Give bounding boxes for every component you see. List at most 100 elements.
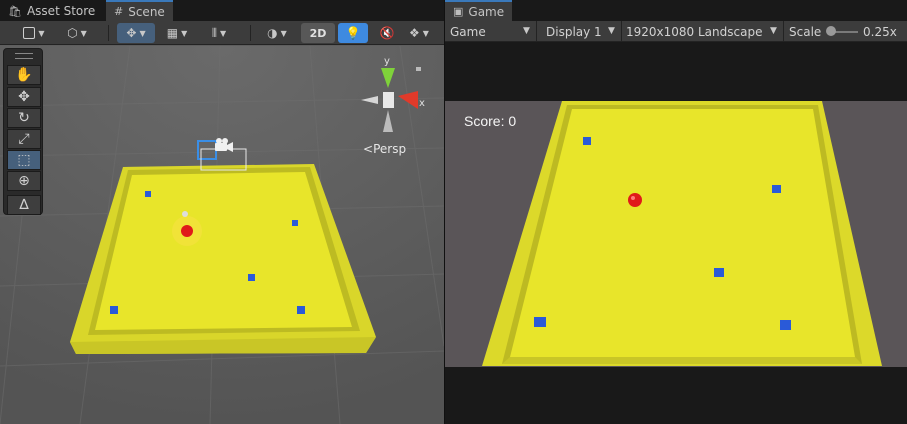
drag-handle[interactable] (15, 53, 33, 59)
rotate-icon: ↻ (18, 110, 30, 126)
scale-value: 0.25x (863, 21, 897, 42)
gizmo-x-cone[interactable] (398, 91, 418, 109)
gamepad-icon: ▣ (453, 5, 464, 18)
transform-icon: ⊕ (18, 173, 30, 189)
tab-scene[interactable]: # Scene (106, 0, 173, 21)
chevron-down-icon: ▼ (422, 28, 429, 38)
projection-toggle[interactable]: <Persp (363, 142, 406, 156)
chevron-down-icon: ▼ (219, 28, 227, 38)
toolbar-divider (783, 21, 784, 42)
scale-icon: ⤢ (18, 131, 30, 147)
chevron-down-icon: ▼ (770, 26, 777, 36)
rect-icon: ⬚ (17, 152, 31, 168)
gizmo-x-label: x (419, 98, 425, 109)
game-viewport[interactable]: Score: 0 (445, 101, 907, 367)
chevron-down-icon: ▼ (139, 28, 146, 38)
toolbar-divider (621, 21, 622, 42)
game-canvas (482, 101, 882, 366)
grid-dropdown[interactable]: ⫴ ▼ (200, 23, 238, 43)
scale-value-text: 0.25x (863, 24, 897, 39)
scene-toolbar: ▼ ⬡ ▼ ✥ ▼ ▦ ▼ ⫴ ▼ ◑ ▼ 2D 💡 🔇 ❖ ▼ (0, 21, 444, 45)
game-player-sphere[interactable] (628, 193, 642, 207)
display-label: Display 1 (546, 24, 602, 39)
chevron-down-icon: ▼ (181, 28, 188, 38)
rect-tool-button[interactable]: ⬚ (7, 150, 41, 170)
pickup-cube[interactable] (780, 320, 791, 330)
layers-icon: ❖ (409, 26, 420, 40)
pickup-cube[interactable] (772, 185, 781, 193)
game-panel: Game ▼ Display 1 ▼ 1920x1080 Landscape ▼… (445, 21, 907, 424)
snap-grid-icon: ▦ (166, 26, 179, 40)
render-mode-dropdown[interactable]: ⬡ ▼ (58, 23, 96, 43)
resolution-dropdown[interactable]: 1920x1080 Landscape (626, 21, 762, 42)
pickup-cube[interactable] (110, 306, 118, 314)
gizmo-neg-y-cone[interactable] (383, 110, 393, 132)
scale-slider-knob[interactable] (826, 26, 836, 36)
tab-game[interactable]: ▣ Game (445, 0, 513, 21)
hand-tool-button[interactable]: ✋ (7, 65, 41, 85)
scale-label: Scale (789, 21, 821, 42)
player-gizmo-dot (182, 211, 188, 217)
cube-icon: ⬡ (67, 26, 78, 40)
scene-grid-icon: # (114, 5, 124, 18)
display-dropdown[interactable]: Display 1 (546, 21, 602, 42)
tool-palette: ✋ ✥ ↻ ⤢ ⬚ ⊕ ∆ (3, 48, 43, 215)
tab-game-label: Game (468, 4, 505, 19)
custom-tool-button[interactable]: ∆ (7, 195, 41, 215)
scale-tool-button[interactable]: ⤢ (7, 129, 41, 149)
toolbar-divider (536, 21, 537, 42)
chevron-down-icon: ▼ (38, 28, 45, 38)
orientation-gizmo[interactable]: y x (356, 54, 425, 139)
chevron-down-icon: ▼ (280, 28, 287, 38)
hand-icon: ✋ (15, 67, 33, 83)
tab-asset-store-label: Asset Store (26, 4, 96, 18)
score-text: Score: 0 (464, 113, 517, 129)
resolution-label: 1920x1080 Landscape (626, 24, 763, 39)
move-icon: ✥ (18, 89, 30, 105)
player-highlight (631, 196, 635, 200)
gizmo-lock-dot (416, 67, 421, 71)
gizmo-neg-x-cone[interactable] (361, 96, 378, 104)
gizmo-y-cone[interactable] (381, 68, 395, 88)
gizmo-center-cube[interactable] (383, 92, 394, 108)
scene-panel: ▼ ⬡ ▼ ✥ ▼ ▦ ▼ ⫴ ▼ ◑ ▼ 2D 💡 🔇 ❖ ▼ ✋ ✥ ↻ ⤢… (0, 21, 444, 424)
pickup-cube[interactable] (145, 191, 151, 197)
pickup-cube[interactable] (583, 137, 591, 145)
chevron-down-icon: ▼ (608, 26, 615, 36)
snap-dropdown[interactable]: ▦ ▼ (160, 23, 194, 43)
audio-toggle-button[interactable]: 🔇 (372, 23, 402, 43)
effects-toggle-button[interactable]: ❖ ▼ (406, 23, 432, 43)
transform-tool-button[interactable]: ⊕ (7, 171, 41, 191)
scene-tabbar: 🛍 Asset Store # Scene (0, 0, 444, 21)
toolbar-divider (250, 25, 251, 41)
pickup-cube[interactable] (248, 274, 255, 281)
game-toolbar: Game ▼ Display 1 ▼ 1920x1080 Landscape ▼… (445, 21, 907, 42)
lighting-toggle-button[interactable]: 💡 (338, 23, 368, 43)
move-gizmo-icon: ✥ (126, 26, 137, 40)
pickup-cube[interactable] (714, 268, 724, 277)
game-platform-lip (502, 357, 862, 364)
gizmo-y-label: y (384, 56, 390, 67)
pickup-cube[interactable] (297, 306, 305, 314)
tab-asset-store[interactable]: 🛍 Asset Store (0, 1, 103, 21)
draw-mode-dropdown[interactable]: ▼ (16, 23, 52, 43)
player-sphere[interactable] (181, 225, 193, 237)
custom-tool-icon: ∆ (19, 197, 29, 213)
game-mode-dropdown[interactable]: Game (450, 21, 486, 42)
mute-icon: 🔇 (379, 26, 395, 40)
sphere-icon: ◑ (267, 26, 278, 40)
scene-viewport[interactable]: ✋ ✥ ↻ ⤢ ⬚ ⊕ ∆ y x <Persp (0, 45, 444, 424)
gizmo-toggle-button[interactable]: ✥ ▼ (117, 23, 155, 43)
move-tool-button[interactable]: ✥ (7, 87, 41, 107)
asset-store-icon: 🛍 (8, 4, 22, 18)
grid-icon: ⫴ (211, 25, 217, 40)
pickup-cube[interactable] (534, 317, 546, 327)
toolbar-divider (108, 25, 109, 41)
projection-label: Persp (373, 142, 407, 156)
toggle-2d-button[interactable]: 2D (301, 23, 335, 43)
rotate-tool-button[interactable]: ↻ (7, 108, 41, 128)
shading-dropdown[interactable]: ◑ ▼ (258, 23, 296, 43)
tab-scene-label: Scene (128, 4, 165, 19)
game-mode-label: Game (450, 24, 486, 39)
pickup-cube[interactable] (292, 220, 298, 226)
